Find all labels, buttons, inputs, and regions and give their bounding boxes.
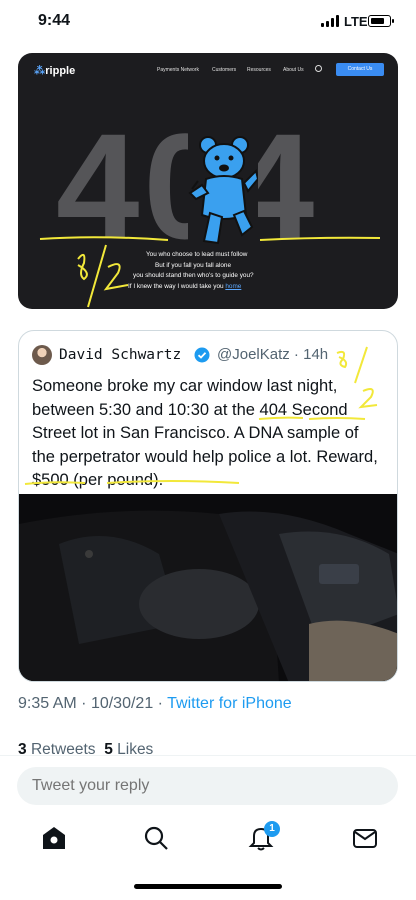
tweet-source-link[interactable]: Twitter for iPhone xyxy=(167,695,292,712)
ripple-nav-about: About Us xyxy=(283,67,304,73)
notification-badge: 1 xyxy=(264,821,280,837)
home-icon[interactable] xyxy=(41,825,67,851)
quoted-tweet[interactable]: David Schwartz @JoelKatz · 14h Someone b… xyxy=(18,330,398,682)
error-message: You who choose to lead must follow But i… xyxy=(128,250,328,292)
status-bar: 9:44 LTE xyxy=(0,0,416,44)
battery-level xyxy=(370,17,385,24)
home-link: home xyxy=(225,282,242,290)
ripple-contact-button: Contact Us xyxy=(336,63,384,76)
search-icon[interactable] xyxy=(143,825,169,851)
network-type: LTE xyxy=(344,14,368,29)
author-handle-and-age: @JoelKatz · 14h xyxy=(217,346,329,363)
dancing-bear-icon xyxy=(188,125,258,245)
verified-badge-icon xyxy=(194,347,210,363)
car-interior-photo[interactable] xyxy=(19,494,397,681)
battery-icon xyxy=(368,15,394,27)
message-line: But if you fall you fall alone xyxy=(155,261,232,269)
ripple-logo: ⁂ripple xyxy=(34,65,76,77)
signal-strength-icon xyxy=(321,15,341,27)
ripple-navbar: ⁂ripple Payments Network Customers Resou… xyxy=(18,53,398,87)
tweet-timestamp: 9:35 AM · 10/30/21 · Twitter for iPhone xyxy=(18,695,292,712)
ripple-nav-resources: Resources xyxy=(247,67,271,73)
quoted-tweet-text: Someone broke my car window last night, … xyxy=(32,377,378,489)
ripple-nav-payments: Payments Network xyxy=(157,67,199,73)
message-line: If I knew the way I would take you home xyxy=(128,282,242,290)
ripple-nav-customers: Customers xyxy=(212,67,237,73)
message-line: you should stand then who's to guide you… xyxy=(133,272,254,280)
messages-icon[interactable] xyxy=(352,825,378,851)
status-time: 9:44 xyxy=(38,12,71,29)
avatar[interactable] xyxy=(32,345,52,365)
author-name[interactable]: David Schwartz xyxy=(59,347,181,363)
tweet-image[interactable]: ⁂ripple Payments Network Customers Resou… xyxy=(18,53,398,309)
photo-content xyxy=(19,494,397,681)
home-indicator xyxy=(134,884,282,889)
message-line: You who choose to lead must follow xyxy=(146,251,248,258)
reply-input[interactable] xyxy=(17,767,398,805)
search-icon xyxy=(315,65,322,72)
